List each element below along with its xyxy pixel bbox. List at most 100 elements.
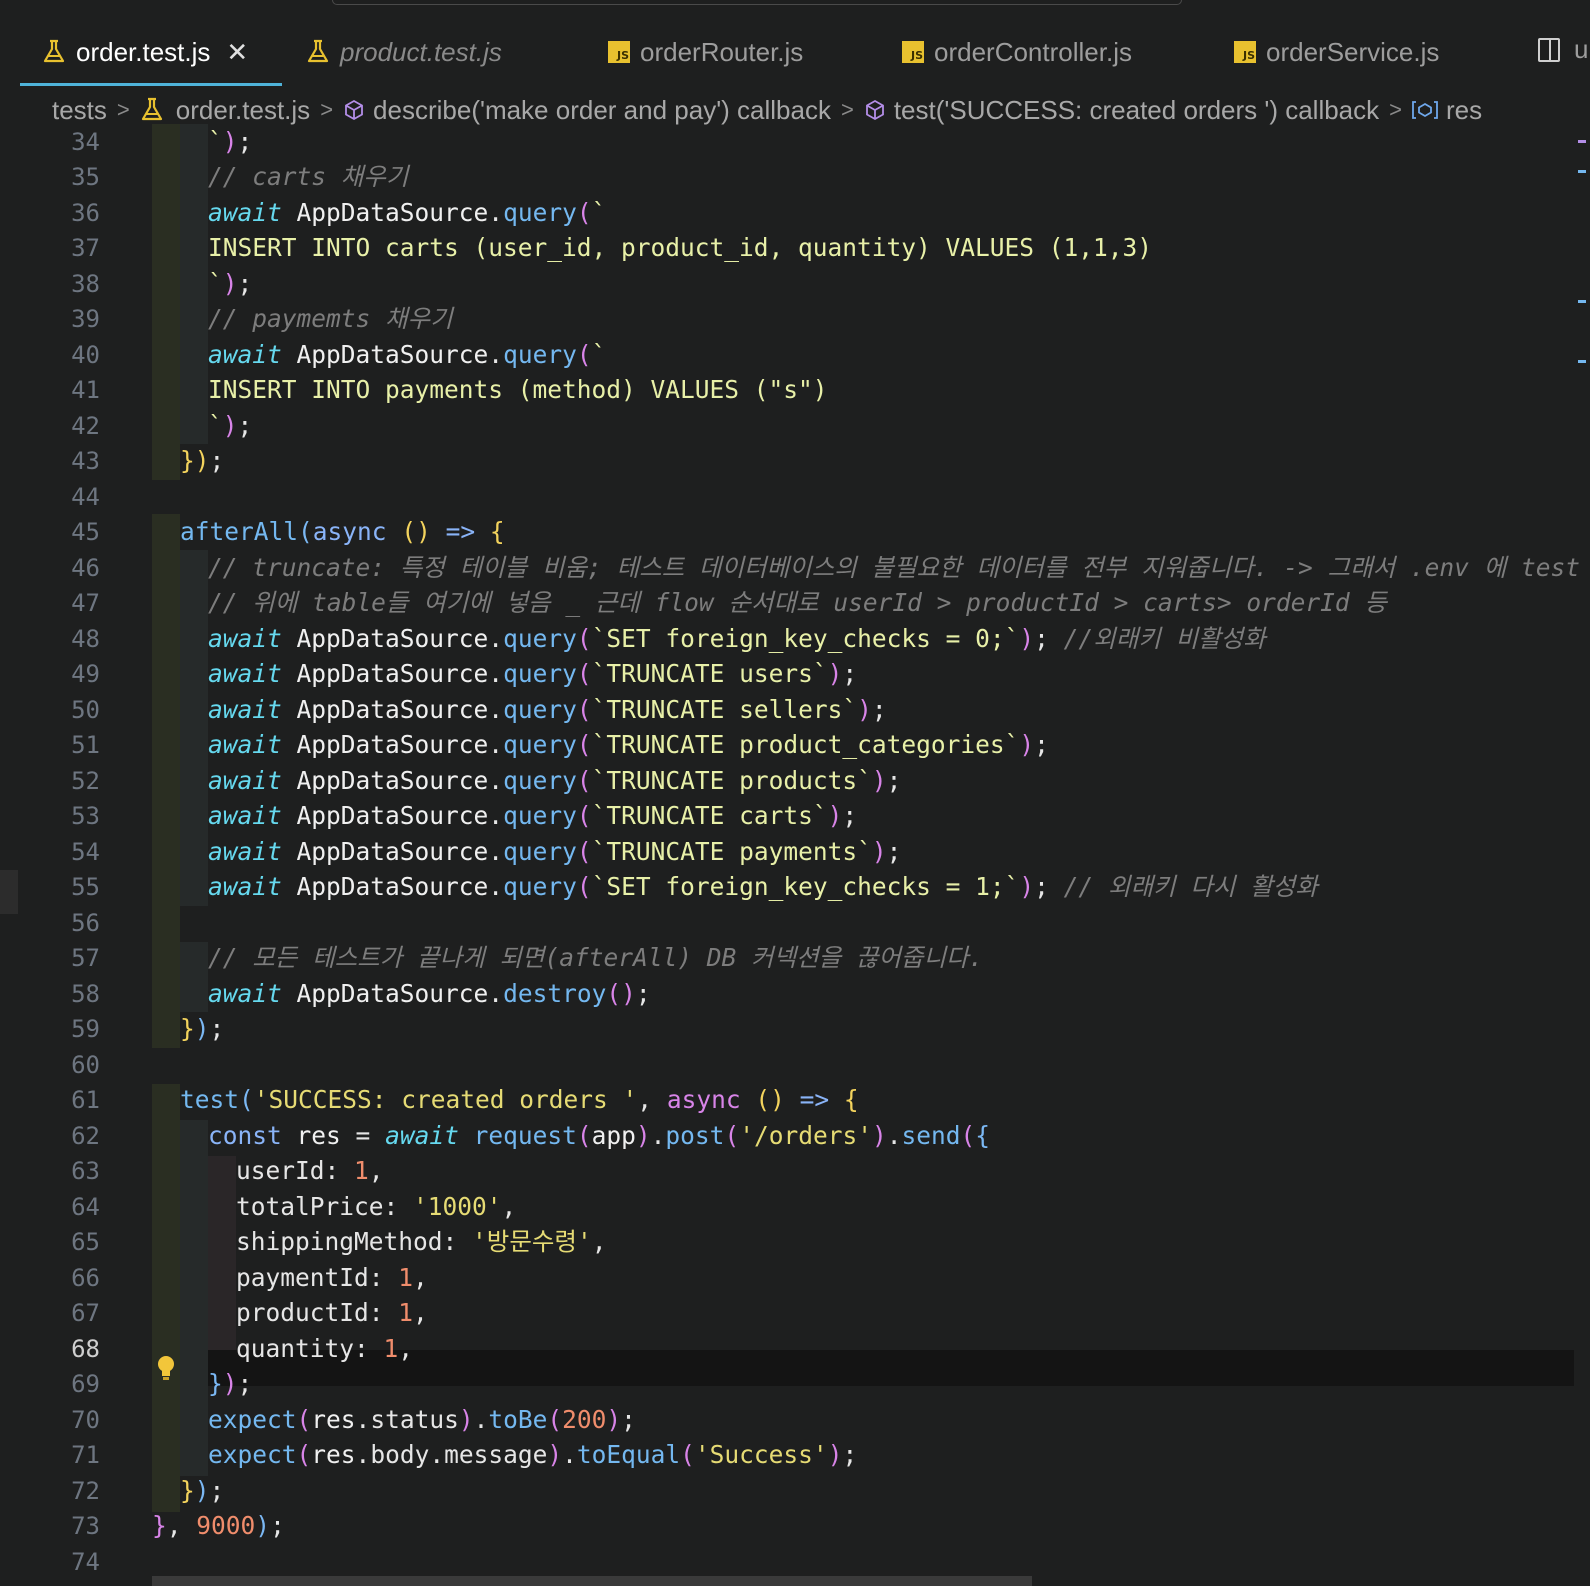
code-editor[interactable]: 34 `); 35 // carts 채우기 36 await AppDataS… — [0, 124, 1590, 1586]
code-line: `); — [208, 269, 253, 298]
sql-text: TRUNCATE product_categories — [606, 730, 1005, 759]
string-literal: 'SUCCESS: created orders ' — [253, 1085, 638, 1114]
chevron-right-icon: > — [320, 97, 334, 122]
line-number: 53 — [71, 802, 100, 830]
sql-text: TRUNCATE payments — [606, 837, 858, 866]
line-number: 62 — [71, 1122, 100, 1150]
line-number: 56 — [71, 909, 100, 937]
line-number: 74 — [71, 1548, 100, 1576]
code-line: expect(res.status).toBe(200); — [208, 1405, 636, 1434]
variable-icon — [1412, 101, 1438, 119]
code-line: await AppDataSource.query(`TRUNCATE user… — [208, 659, 858, 688]
number-literal: 9000 — [196, 1511, 256, 1540]
code-comment: // 위에 table들 여기에 넣음 _ 근데 flow 순서대로 userI… — [208, 588, 1387, 617]
code-line: totalPrice: '1000', — [236, 1192, 517, 1221]
breadcrumb-test[interactable]: test('SUCCESS: created orders ') callbac… — [864, 95, 1379, 126]
line-number: 66 — [71, 1264, 100, 1292]
sql-text: SET foreign_key_checks = 1; — [606, 872, 1005, 901]
tab-label: orderRouter.js — [640, 36, 804, 67]
code-line: await AppDataSource.query(`SET foreign_k… — [208, 624, 1266, 653]
breadcrumb-symbol-label: res — [1446, 94, 1483, 125]
js-icon: JS — [608, 41, 630, 63]
flask-icon — [307, 39, 329, 63]
chevron-right-icon: > — [1389, 97, 1403, 122]
line-number: 48 — [71, 625, 100, 653]
code-comment: // truncate: 특정 테이블 비움; 테스트 데이터베이스의 불필요한… — [208, 553, 1590, 582]
code-line: }); — [180, 1476, 225, 1505]
line-number: 73 — [71, 1512, 100, 1540]
code-line: await AppDataSource.destroy(); — [208, 979, 651, 1008]
code-comment: // 모든 테스트가 끝나게 되면(afterAll) DB 커넥션을 끊어줍니… — [208, 943, 984, 972]
string-literal: '1000' — [413, 1192, 502, 1221]
breadcrumb-file[interactable]: order.test.js — [140, 95, 310, 126]
line-number: 54 — [71, 838, 100, 866]
sql-text: TRUNCATE products — [606, 766, 858, 795]
line-number: 46 — [71, 554, 100, 582]
breadcrumb-describe-label: describe('make order and pay') callback — [373, 94, 831, 125]
code-line: await AppDataSource.query(`TRUNCATE cart… — [208, 801, 858, 830]
code-line: await AppDataSource.query(`TRUNCATE paym… — [208, 837, 902, 866]
line-number: 34 — [71, 128, 100, 156]
breadcrumb-describe[interactable]: describe('make order and pay') callback — [343, 95, 831, 126]
line-number: 38 — [71, 270, 100, 298]
tab-label: product.test.js — [340, 36, 502, 67]
breadcrumb-folder[interactable]: tests — [52, 95, 107, 126]
line-number: 41 — [71, 376, 100, 404]
sql-text: TRUNCATE sellers — [606, 695, 843, 724]
line-number: 70 — [71, 1406, 100, 1434]
breadcrumb-test-label: test('SUCCESS: created orders ') callbac… — [893, 94, 1380, 125]
code-sql: INSERT INTO payments (method) VALUES ("s… — [208, 375, 828, 404]
command-center-edge — [332, 0, 1182, 5]
tab-bar: order.test.js ✕ product.test.js JS order… — [0, 0, 1590, 88]
code-comment: // carts 채우기 — [208, 162, 409, 191]
code-line: paymentId: 1, — [236, 1263, 428, 1292]
code-line: await AppDataSource.query(`TRUNCATE sell… — [208, 695, 887, 724]
line-number: 39 — [71, 305, 100, 333]
chevron-right-icon: > — [840, 97, 854, 122]
line-number: 52 — [71, 767, 100, 795]
lightbulb-icon[interactable] — [156, 1354, 176, 1382]
line-number: 59 — [71, 1015, 100, 1043]
code-line: }); — [208, 1369, 253, 1398]
tab-order-service[interactable]: JS orderService.js — [1234, 24, 1439, 80]
code-line: await AppDataSource.query(` — [208, 340, 607, 369]
horizontal-scrollbar[interactable] — [152, 1576, 1032, 1586]
number-literal: 1 — [354, 1156, 369, 1185]
line-number: 60 — [71, 1051, 100, 1079]
code-line: await AppDataSource.query(`TRUNCATE prod… — [208, 730, 1049, 759]
number-literal: 1 — [383, 1334, 399, 1363]
tab-order-router[interactable]: JS orderRouter.js — [608, 24, 803, 80]
line-number: 67 — [71, 1299, 100, 1327]
tab-overflow-label[interactable]: u — [1574, 34, 1588, 65]
flask-icon — [141, 97, 162, 121]
tab-product-test[interactable]: product.test.js — [306, 24, 502, 80]
code-line: await AppDataSource.query(`SET foreign_k… — [208, 872, 1318, 901]
code-line: afterAll(async () => { — [180, 517, 505, 546]
line-number: 35 — [71, 163, 100, 191]
line-number: 36 — [71, 199, 100, 227]
sql-text: TRUNCATE users — [606, 659, 813, 688]
code-comment: // 외래키 다시 활성화 — [1063, 872, 1318, 901]
line-number: 63 — [71, 1157, 100, 1185]
string-literal: 'Success' — [694, 1440, 828, 1469]
active-tab-indicator — [20, 83, 282, 86]
code-line: userId: 1, — [236, 1156, 384, 1185]
code-line: `); — [208, 127, 253, 156]
code-line: await AppDataSource.query(` — [208, 198, 607, 227]
minimap-marker — [1578, 170, 1586, 173]
close-icon[interactable]: ✕ — [226, 37, 248, 68]
split-editor-icon[interactable] — [1538, 38, 1560, 62]
code-line: productId: 1, — [236, 1298, 428, 1327]
code-line: const res = await request(app).post('/or… — [208, 1121, 991, 1150]
line-number: 51 — [71, 731, 100, 759]
line-number: 65 — [71, 1228, 100, 1256]
tab-order-controller[interactable]: JS orderController.js — [902, 24, 1132, 80]
breadcrumb-symbol[interactable]: res — [1412, 95, 1482, 126]
number-literal: 200 — [562, 1405, 607, 1434]
code-line: await AppDataSource.query(`TRUNCATE prod… — [208, 766, 902, 795]
code-line: shippingMethod: '방문수령', — [236, 1227, 607, 1256]
line-number: 69 — [71, 1370, 100, 1398]
tab-order-test[interactable]: order.test.js ✕ — [42, 24, 248, 80]
number-literal: 1 — [398, 1263, 414, 1292]
code-line: }); — [180, 446, 225, 475]
